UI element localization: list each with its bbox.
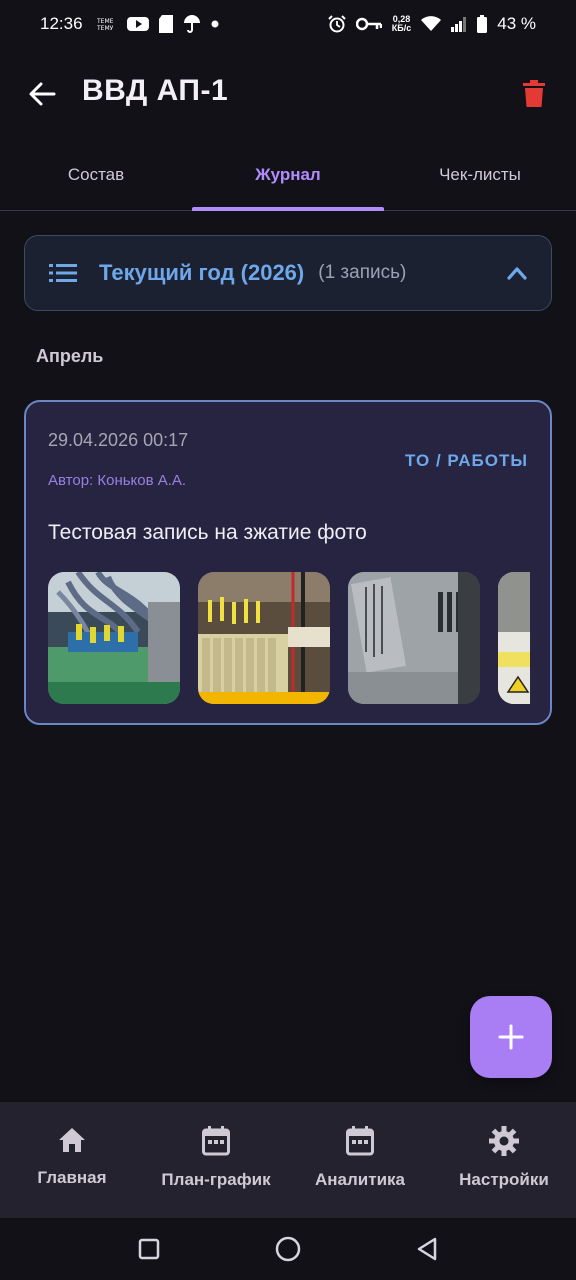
tab-bar: Состав Журнал Чек-листы xyxy=(0,140,576,211)
nav-label-settings: Настройки xyxy=(459,1170,549,1189)
tab-journal[interactable]: Журнал xyxy=(192,140,384,211)
arrow-left-icon xyxy=(29,82,56,106)
photo-thumbnail[interactable] xyxy=(48,572,180,704)
dot-icon xyxy=(211,20,219,28)
status-bar: 12:36 ТЕМЕ ТЕМУ 0,28 КБ/с 43 % xyxy=(0,0,576,48)
home-icon xyxy=(59,1128,85,1152)
delete-button[interactable] xyxy=(516,76,552,112)
entry-author: Автор: Коньков А.А. xyxy=(48,472,187,489)
triangle-back-icon xyxy=(417,1237,436,1261)
nav-item-schedule[interactable]: План-график xyxy=(144,1102,288,1218)
add-entry-button[interactable] xyxy=(470,996,552,1078)
nav-label-analytics: Аналитика xyxy=(315,1170,405,1189)
list-icon xyxy=(49,264,77,282)
entry-type-badge: ТО / РАБОТЫ xyxy=(405,451,528,470)
network-speed: 0,28 КБ/с xyxy=(392,15,411,33)
year-group-title: Текущий год (2026) xyxy=(99,260,305,285)
photo-thumbnail[interactable] xyxy=(348,572,480,704)
back-system-button[interactable] xyxy=(405,1227,449,1271)
calendar-icon xyxy=(202,1126,230,1156)
entry-datetime: 29.04.2026 00:17 xyxy=(48,430,189,450)
svg-text:ТЕМУ: ТЕМУ xyxy=(97,25,114,31)
status-time: 12:36 xyxy=(40,14,83,33)
journal-screen: 12:36 ТЕМЕ ТЕМУ 0,28 КБ/с 43 % ВВД АП-1 … xyxy=(0,0,576,1280)
journal-entry-card[interactable]: 29.04.2026 00:17 Автор: Коньков А.А. ТО … xyxy=(24,400,552,725)
nav-item-settings[interactable]: Настройки xyxy=(432,1102,576,1218)
nav-label-schedule: План-график xyxy=(161,1170,271,1189)
home-button[interactable] xyxy=(266,1227,310,1271)
battery-icon xyxy=(477,15,488,33)
nav-item-analytics[interactable]: Аналитика xyxy=(288,1102,432,1218)
umbrella-icon xyxy=(183,15,201,33)
key-icon xyxy=(355,17,382,31)
year-group-header[interactable]: Текущий год (2026) (1 запись) xyxy=(24,235,552,311)
tab-checklists[interactable]: Чек-листы xyxy=(384,140,576,210)
nav-item-home[interactable]: Главная xyxy=(0,1102,144,1218)
calendar-icon xyxy=(346,1126,374,1156)
square-icon xyxy=(139,1238,160,1260)
recents-button[interactable] xyxy=(127,1227,171,1271)
tab-composition[interactable]: Состав xyxy=(0,140,192,210)
system-navigation-bar xyxy=(0,1218,576,1280)
page-title: ВВД АП-1 xyxy=(82,74,229,107)
youtube-icon xyxy=(126,16,149,32)
svg-text:ТЕМЕ: ТЕМЕ xyxy=(97,18,114,25)
sd-card-icon xyxy=(158,15,173,33)
photo-strip[interactable] xyxy=(48,572,530,704)
photo-thumbnail[interactable] xyxy=(198,572,330,704)
circle-icon xyxy=(275,1236,301,1262)
chevron-up-icon xyxy=(507,266,527,280)
trash-icon xyxy=(523,80,545,107)
alarm-icon xyxy=(328,15,346,33)
notification-icon: ТЕМЕ ТЕМУ xyxy=(97,17,117,31)
wifi-icon xyxy=(421,16,442,32)
entry-text: Тестовая запись на зжатие фото xyxy=(48,521,367,544)
gear-icon xyxy=(489,1126,519,1156)
bottom-navigation: Главная План-график Аналитика Настройки xyxy=(0,1102,576,1218)
month-label: Апрель xyxy=(36,346,104,366)
nav-label-home: Главная xyxy=(37,1168,107,1187)
photo-thumbnail[interactable] xyxy=(498,572,530,704)
signal-icon xyxy=(451,16,467,32)
back-button[interactable] xyxy=(24,76,60,112)
battery-percent: 43 % xyxy=(497,14,536,33)
app-bar: ВВД АП-1 xyxy=(0,58,576,130)
plus-icon xyxy=(498,1024,524,1050)
year-group-count: (1 запись) xyxy=(318,262,407,283)
network-speed-unit: КБ/с xyxy=(391,23,412,33)
